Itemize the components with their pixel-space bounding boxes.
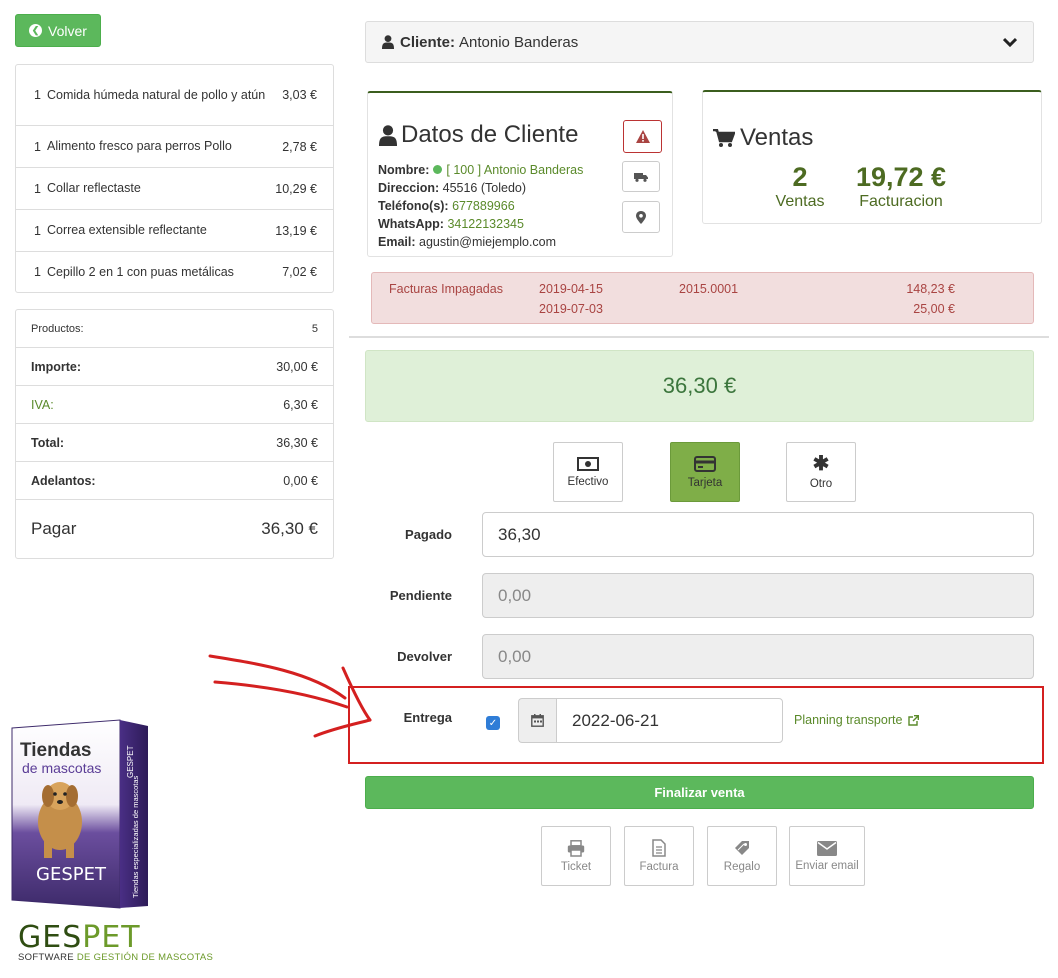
back-button[interactable]: ❮ Volver <box>15 14 101 47</box>
product-price: 10,29 € <box>275 181 317 196</box>
client-name-link[interactable]: [ 100 ] Antonio Banderas <box>446 163 583 177</box>
pagado-label: Pagado <box>405 527 452 542</box>
payment-method-efectivo[interactable]: Efectivo <box>553 442 623 502</box>
envelope-icon <box>817 840 837 856</box>
pagado-input[interactable]: 36,30 <box>482 512 1034 557</box>
calendar-icon <box>531 714 544 727</box>
list-item[interactable]: 1 Cepillo 2 en 1 con puas metálicas 7,02… <box>16 252 333 292</box>
client-bar-name: Antonio Banderas <box>459 33 579 51</box>
regalo-button[interactable]: Regalo <box>707 826 777 886</box>
asterisk-icon: ✱ <box>812 452 830 475</box>
payment-method-otro[interactable]: ✱ Otro <box>786 442 856 502</box>
product-list: 1 Comida húmeda natural de pollo y atún … <box>15 64 334 293</box>
entrega-date-input[interactable]: 2022-06-21 <box>556 698 783 743</box>
divider <box>349 336 1049 338</box>
list-item[interactable]: 1 Correa extensible reflectante 13,19 € <box>16 210 333 252</box>
money-icon <box>577 456 599 471</box>
user-icon <box>379 124 397 146</box>
truck-icon <box>634 172 648 182</box>
product-box-image: Tiendas de mascotas GESPET Tiendas espec… <box>11 719 148 909</box>
pendiente-input: 0,00 <box>482 573 1034 618</box>
back-button-label: Volver <box>48 22 87 39</box>
svg-text:GESPET: GESPET <box>126 745 135 778</box>
list-item[interactable]: 1 Collar reflectaste 10,29 € <box>16 168 333 210</box>
external-link-icon <box>908 714 920 726</box>
ticket-button[interactable]: Ticket <box>541 826 611 886</box>
pendiente-label: Pendiente <box>389 588 452 603</box>
sales-title: Ventas <box>713 124 813 152</box>
product-name: Alimento fresco para perros Pollo <box>47 139 232 153</box>
list-item[interactable]: 1 Comida húmeda natural de pollo y atún … <box>16 65 333 126</box>
chevron-down-icon[interactable] <box>1002 34 1018 50</box>
devolver-input: 0,00 <box>482 634 1034 679</box>
total-due: 36,30 € <box>365 350 1034 422</box>
totals-panel: Productos: 5 Importe: 30,00 € IVA: 6,30 … <box>15 309 334 559</box>
planning-transporte-link[interactable]: Planning transporte <box>794 713 920 727</box>
location-button[interactable] <box>622 201 660 233</box>
pagar-row: Pagar 36,30 € <box>31 519 318 538</box>
productos-row: Productos: 5 <box>16 310 333 348</box>
entrega-checkbox[interactable]: ✓ <box>486 716 500 730</box>
client-info: Nombre:[ 100 ] Antonio Banderas Direccio… <box>378 163 584 249</box>
map-marker-icon <box>636 210 646 224</box>
product-price: 2,78 € <box>282 139 317 154</box>
warning-icon <box>635 130 650 143</box>
unpaid-invoices-alert: Facturas Impagadas 2019-04-15 2015.0001 … <box>371 272 1034 324</box>
revenue-stat: 19,72 € Facturacion <box>855 162 947 210</box>
unpaid-number: 2015.0001 <box>679 282 739 296</box>
importe-row: Importe: 30,00 € <box>16 348 333 386</box>
svg-text:GESPET: GESPET <box>36 864 107 885</box>
whatsapp-link[interactable]: 34122132345 <box>447 217 523 231</box>
product-price: 3,03 € <box>282 88 317 102</box>
annotation-arrow-icon <box>208 654 372 738</box>
svg-text:Tiendas: Tiendas <box>20 740 91 761</box>
client-collapse-bar[interactable]: Cliente: Antonio Banderas <box>365 21 1034 63</box>
unpaid-amount: 148,23 € <box>906 282 955 296</box>
sales-card: Ventas 2 Ventas 19,72 € Facturacion <box>702 90 1042 224</box>
gespet-logo: GESPET SOFTWARE DE GESTIÓN DE MASCOTAS <box>18 920 214 963</box>
calendar-button[interactable] <box>518 698 556 743</box>
svg-text:de mascotas: de mascotas <box>22 760 101 776</box>
unpaid-amount: 25,00 € <box>913 302 955 316</box>
gift-tag-icon <box>735 841 749 855</box>
iva-row: IVA: 6,30 € <box>16 386 333 424</box>
back-arrow-icon: ❮ <box>29 24 43 37</box>
unpaid-label: Facturas Impagadas <box>389 282 503 296</box>
unpaid-date: 2019-07-03 <box>539 302 603 316</box>
enviar-email-button[interactable]: Enviar email <box>789 826 865 886</box>
product-name: Collar reflectaste <box>47 181 141 195</box>
credit-card-icon <box>694 455 716 472</box>
user-icon <box>382 35 394 49</box>
client-data-card: Datos de Cliente Nombre:[ 100 ] Antonio … <box>367 91 673 257</box>
list-item[interactable]: 1 Alimento fresco para perros Pollo 2,78… <box>16 126 333 168</box>
unpaid-date: 2019-04-15 <box>539 282 603 296</box>
product-price: 13,19 € <box>275 223 317 238</box>
product-name: Comida húmeda natural de pollo y atún <box>47 87 266 102</box>
svg-text:Tiendas especializadas de masc: Tiendas especializadas de mascotas <box>131 775 140 898</box>
adelantos-row: Adelantos: 0,00 € <box>16 462 333 500</box>
printer-icon <box>567 839 585 857</box>
factura-button[interactable]: Factura <box>624 826 694 886</box>
product-name: Cepillo 2 en 1 con puas metálicas <box>47 264 234 279</box>
payment-method-tarjeta[interactable]: Tarjeta <box>670 442 740 502</box>
delivery-button[interactable] <box>622 161 660 192</box>
document-icon <box>652 839 666 857</box>
sales-count-stat: 2 Ventas <box>775 162 825 210</box>
finalizar-venta-button[interactable]: Finalizar venta <box>365 776 1034 809</box>
product-name: Correa extensible reflectante <box>47 223 207 237</box>
product-price: 7,02 € <box>282 265 317 279</box>
warning-button[interactable] <box>623 120 662 153</box>
status-dot-icon <box>433 165 443 174</box>
client-data-title: Datos de Cliente <box>379 121 578 149</box>
shopping-cart-icon <box>713 128 735 147</box>
client-bar-label: Cliente: <box>400 33 456 51</box>
phone-link[interactable]: 677889966 <box>452 199 515 213</box>
total-row: Total: 36,30 € <box>16 424 333 462</box>
